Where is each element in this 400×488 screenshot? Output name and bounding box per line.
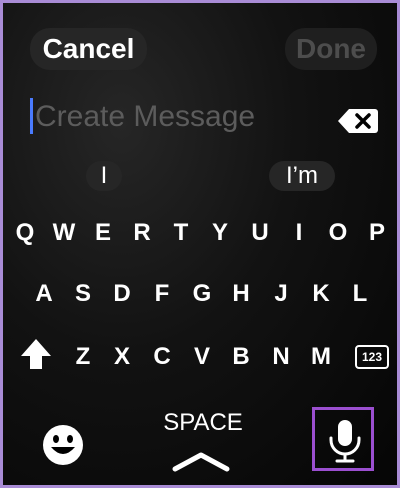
cancel-button[interactable]: Cancel <box>30 28 147 70</box>
key-v[interactable]: V <box>188 337 216 377</box>
space-key[interactable]: SPACE <box>153 409 253 439</box>
suggestion-chip[interactable]: I’m <box>269 161 335 191</box>
done-button[interactable]: Done <box>285 28 377 70</box>
key-k[interactable]: K <box>307 274 335 314</box>
key-z[interactable]: Z <box>69 337 97 377</box>
key-g[interactable]: G <box>188 274 216 314</box>
key-j[interactable]: J <box>267 274 295 314</box>
key-h[interactable]: H <box>227 274 255 314</box>
keyboard-row-3: Z X C V B N M <box>3 337 397 377</box>
key-u[interactable]: U <box>246 213 274 253</box>
message-input[interactable]: Create Message <box>30 95 330 139</box>
key-o[interactable]: O <box>324 213 352 253</box>
dictation-button[interactable] <box>312 407 374 471</box>
chevron-up-icon[interactable] <box>171 449 231 473</box>
key-f[interactable]: F <box>148 274 176 314</box>
key-b[interactable]: B <box>227 337 255 377</box>
key-s[interactable]: S <box>69 274 97 314</box>
backspace-icon[interactable] <box>337 107 379 135</box>
message-placeholder: Create Message <box>35 100 256 133</box>
keyboard-row-2: A S D F G H J K L <box>3 274 397 314</box>
watch-screen: Cancel Done Create Message I I’m Q W E R… <box>3 3 397 485</box>
key-d[interactable]: D <box>108 274 136 314</box>
key-c[interactable]: C <box>148 337 176 377</box>
key-r[interactable]: R <box>128 213 156 253</box>
key-w[interactable]: W <box>50 213 78 253</box>
key-q[interactable]: Q <box>11 213 39 253</box>
emoji-icon[interactable] <box>41 423 85 467</box>
key-y[interactable]: Y <box>206 213 234 253</box>
keyboard-row-1: Q W E R T Y U I O P <box>3 213 397 253</box>
text-caret <box>30 98 33 134</box>
key-i[interactable]: I <box>285 213 313 253</box>
key-e[interactable]: E <box>89 213 117 253</box>
key-t[interactable]: T <box>167 213 195 253</box>
key-a[interactable]: A <box>30 274 58 314</box>
key-n[interactable]: N <box>267 337 295 377</box>
microphone-icon <box>329 420 361 463</box>
key-l[interactable]: L <box>346 274 374 314</box>
key-m[interactable]: M <box>307 337 335 377</box>
suggestion-chip[interactable]: I <box>86 161 122 191</box>
key-x[interactable]: X <box>108 337 136 377</box>
numbers-key[interactable]: 123 <box>355 345 389 369</box>
key-p[interactable]: P <box>363 213 391 253</box>
